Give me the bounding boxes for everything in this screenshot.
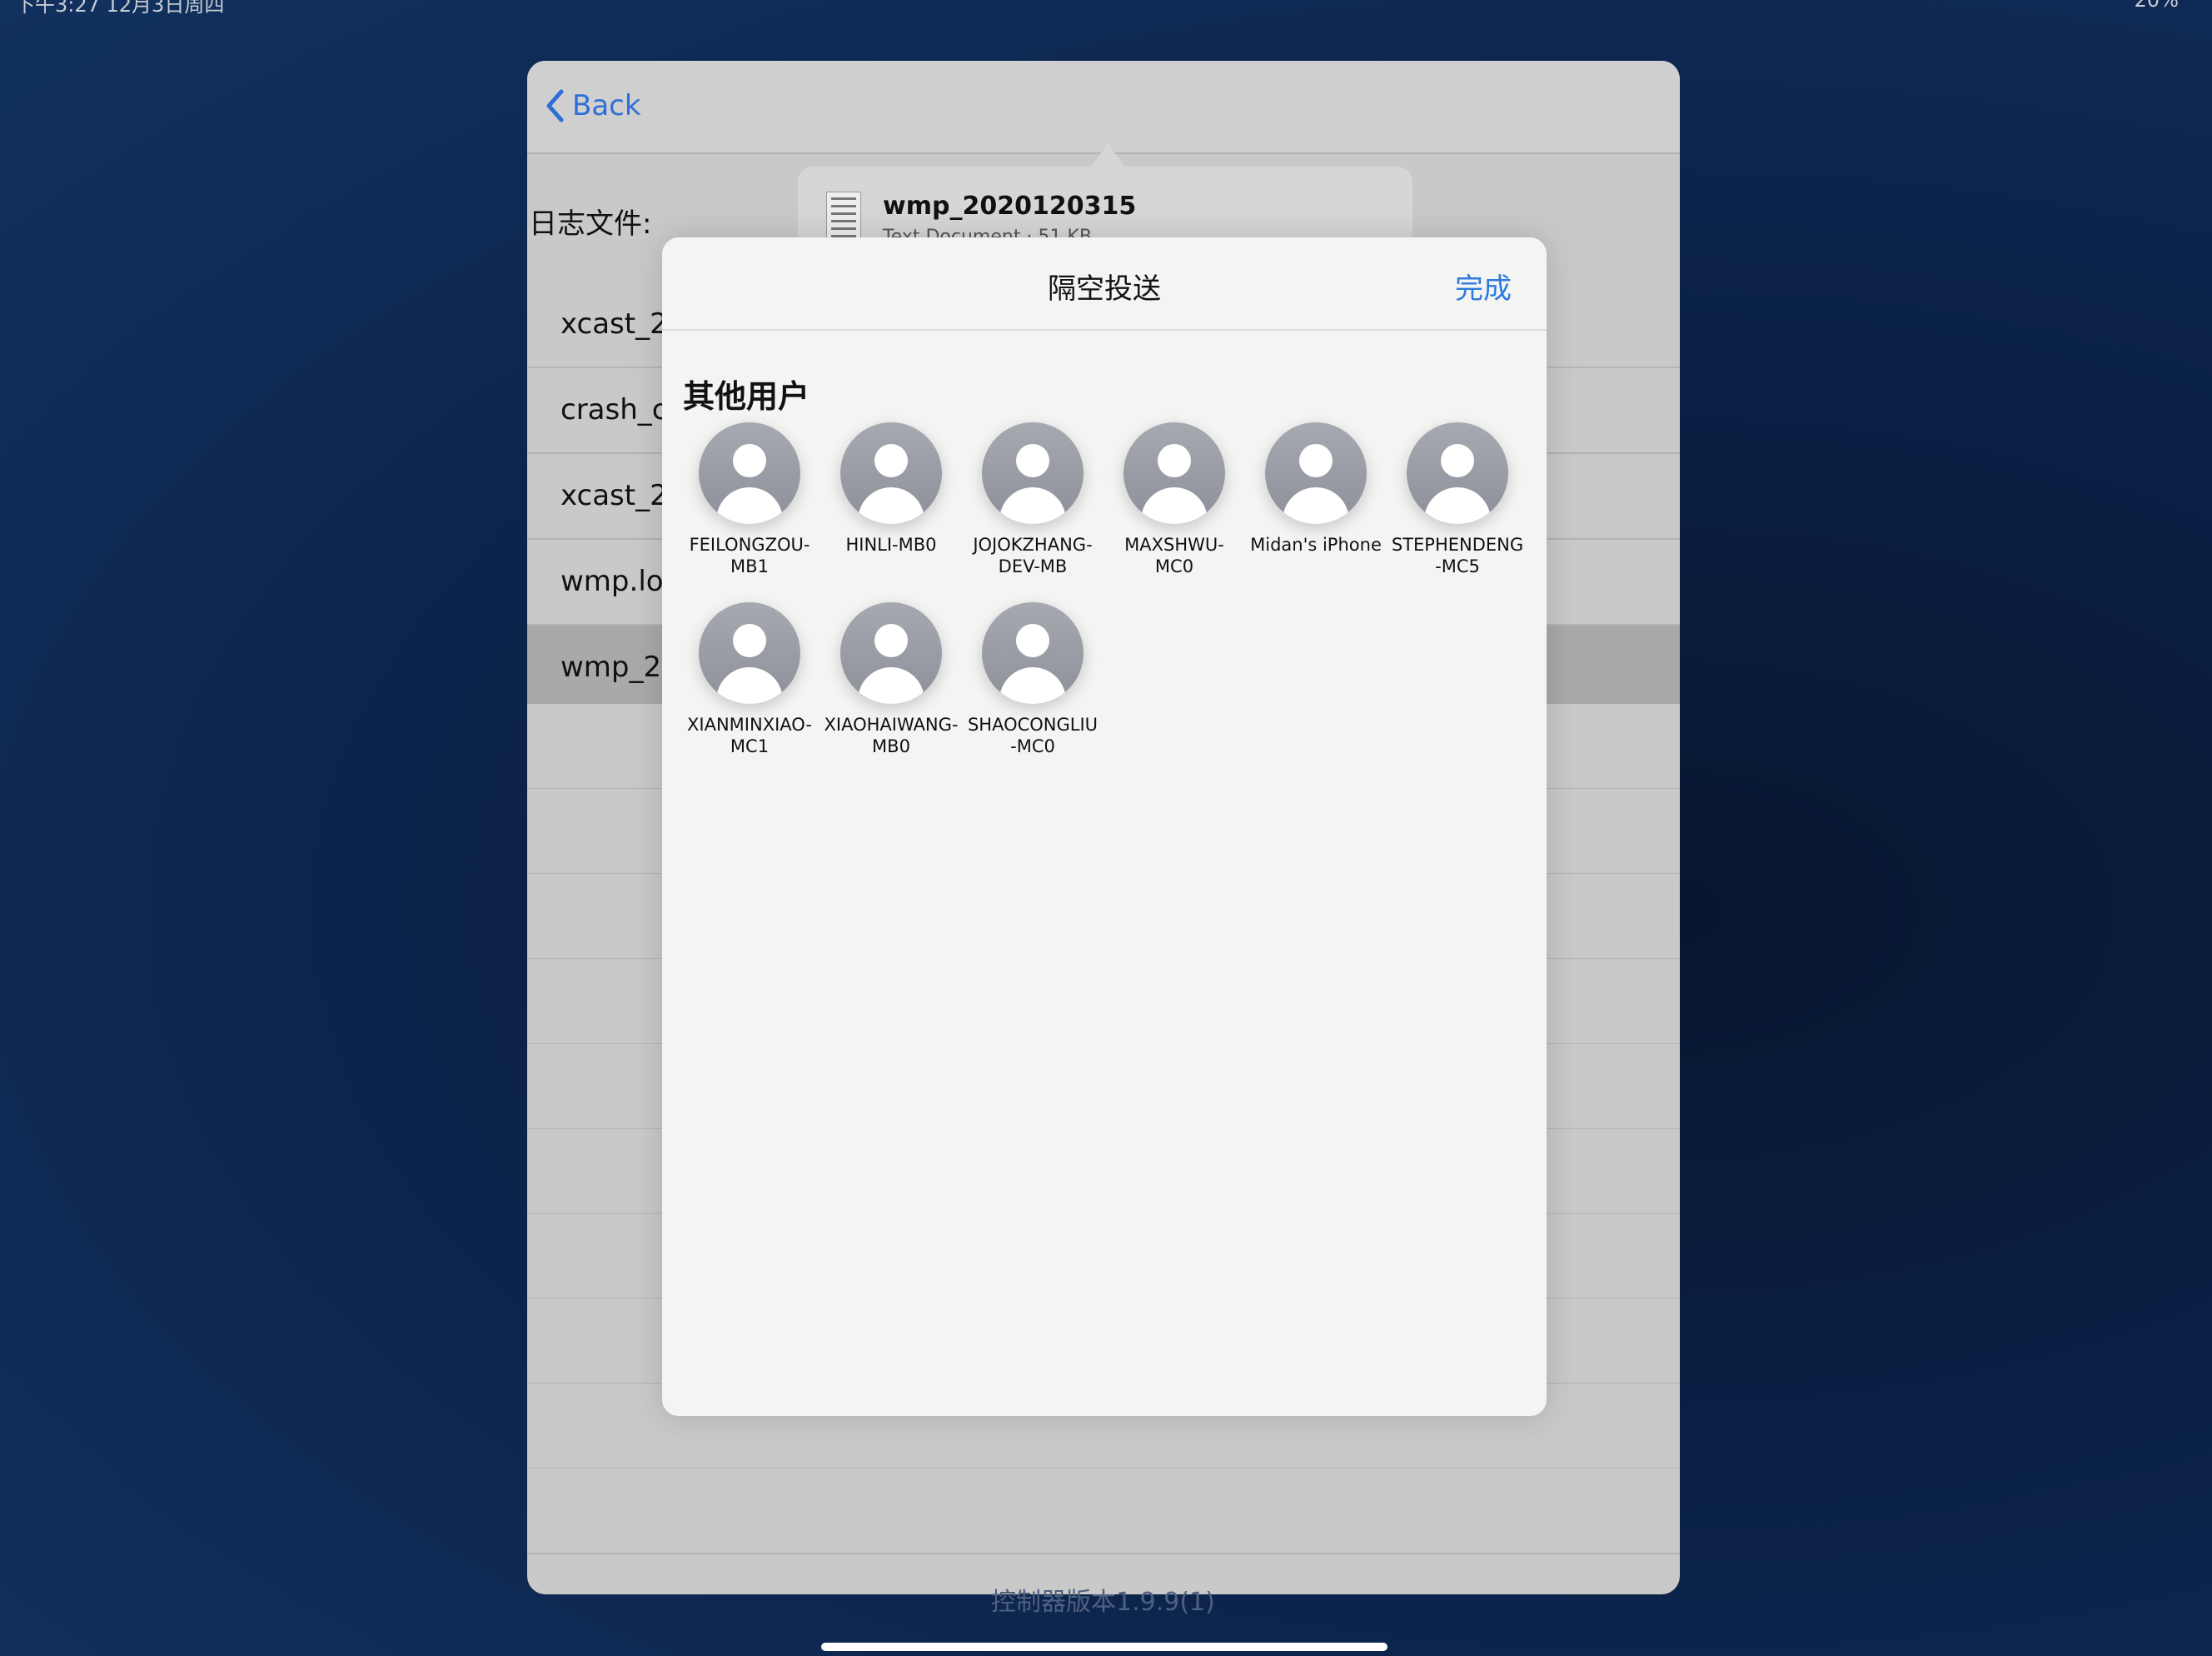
airdrop-person[interactable]: XIANMINXIAO- MC1 — [679, 602, 820, 757]
person-avatar-icon — [982, 602, 1084, 704]
status-bar: 下午3:27 12月3日周四 20% — [0, 0, 2212, 22]
person-name: FEILONGZOU- MB1 — [689, 535, 810, 576]
table-row — [527, 1469, 1680, 1554]
person-avatar-icon — [840, 602, 942, 704]
battery-percentage: 20% — [2134, 0, 2179, 12]
airdrop-person[interactable]: XIAOHAIWANG- MB0 — [820, 602, 962, 757]
airdrop-person[interactable]: SHAOCONGLIU -MC0 — [962, 602, 1104, 757]
person-avatar-icon — [1265, 422, 1367, 524]
person-name: STEPHENDENG -MC5 — [1391, 535, 1524, 576]
airdrop-header: 隔空投送 完成 — [662, 237, 1547, 331]
status-time-date: 下午3:27 12月3日周四 — [15, 0, 225, 17]
person-name: MAXSHWU- MC0 — [1124, 535, 1224, 576]
airdrop-sheet: 隔空投送 完成 其他用户 FEILONGZOU- MB1 HINLI-MB0 JOJ… — [662, 237, 1547, 1416]
airdrop-person[interactable]: STEPHENDENG -MC5 — [1387, 422, 1528, 577]
airdrop-person[interactable]: Midan's iPhone — [1245, 422, 1387, 556]
person-avatar-icon — [699, 422, 800, 524]
airdrop-person[interactable]: FEILONGZOU- MB1 — [679, 422, 820, 577]
person-name: XIANMINXIAO- MC1 — [687, 715, 812, 756]
person-avatar-icon — [1123, 422, 1225, 524]
navigation-bar: Back — [527, 61, 1680, 154]
person-name: XIAOHAIWANG- MB0 — [824, 715, 959, 756]
controller-version: 控制器版本1.9.9(1) — [991, 1588, 1215, 1617]
airdrop-person[interactable]: HINLI-MB0 — [820, 422, 962, 556]
person-name: JOJOKZHANG- DEV-MB — [973, 535, 1093, 576]
shared-file-name: wmp_2020120315 — [883, 192, 1137, 221]
person-avatar-icon — [982, 422, 1084, 524]
person-avatar-icon — [840, 422, 942, 524]
person-avatar-icon — [699, 602, 800, 704]
airdrop-person[interactable]: JOJOKZHANG- DEV-MB — [962, 422, 1104, 577]
airdrop-person[interactable]: MAXSHWU- MC0 — [1104, 422, 1245, 577]
popover-arrow — [1091, 143, 1124, 167]
back-button[interactable]: Back — [546, 89, 641, 122]
person-name: HINLI-MB0 — [845, 535, 937, 555]
section-title-other-users: 其他用户 — [683, 378, 810, 415]
back-label: Back — [572, 89, 641, 122]
person-avatar-icon — [1407, 422, 1508, 524]
log-files-label: 日志文件: — [529, 207, 652, 241]
home-indicator[interactable] — [821, 1643, 1387, 1651]
person-name: SHAOCONGLIU -MC0 — [967, 715, 1099, 756]
airdrop-title: 隔空投送 — [1048, 272, 1161, 306]
chevron-left-icon — [546, 89, 564, 122]
done-button[interactable]: 完成 — [1455, 266, 1512, 307]
document-icon — [826, 192, 861, 243]
person-name: Midan's iPhone — [1250, 535, 1382, 555]
